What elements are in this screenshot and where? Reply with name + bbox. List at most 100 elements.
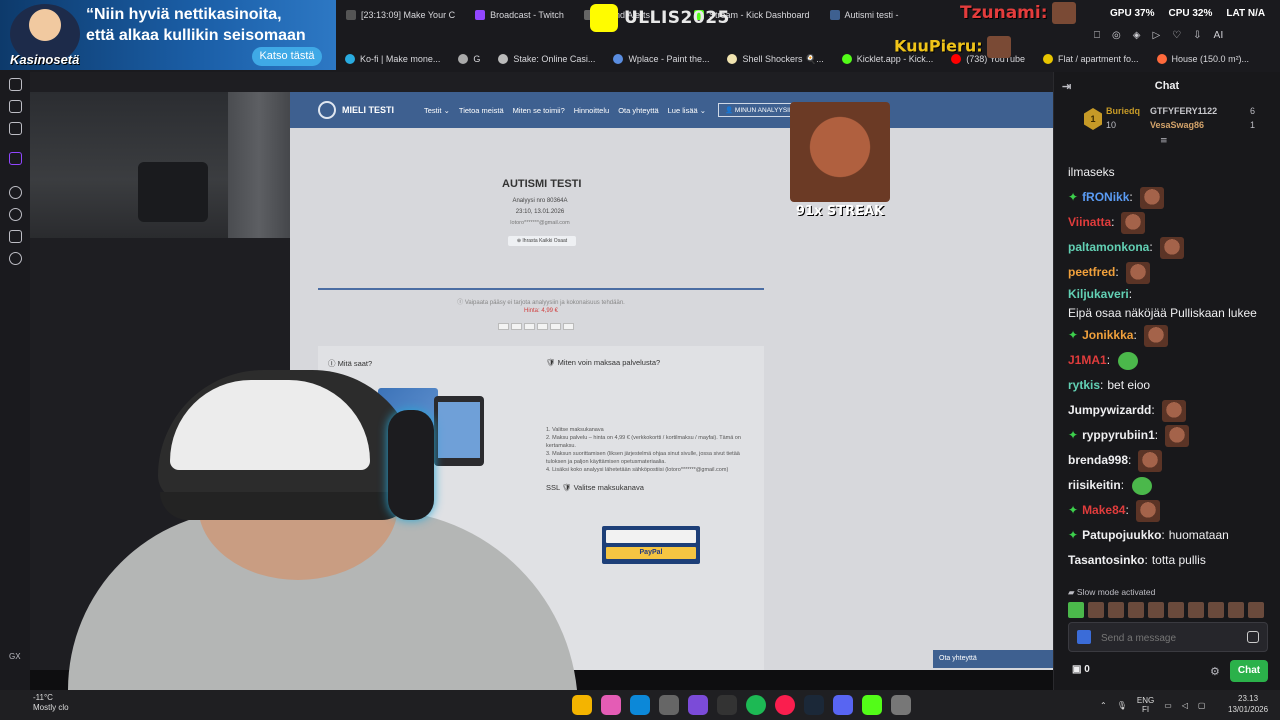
paypal-button[interactable]: PayPal [606, 547, 696, 559]
chat-username[interactable]: brenda998 [1068, 451, 1128, 470]
emote-button[interactable] [1148, 602, 1164, 618]
tab-make-your[interactable]: [23:13:09] Make Your C [336, 0, 465, 30]
emote-button[interactable] [1248, 602, 1264, 618]
tab-twitch-broadcast[interactable]: Broadcast - Twitch [465, 0, 574, 30]
expand-leaderboard-icon[interactable]: ≡ [1160, 136, 1168, 146]
volume-icon[interactable]: ◁ [1182, 701, 1188, 710]
channel-points[interactable]: ▣ 0 [1072, 664, 1090, 675]
chat-username[interactable]: ryppyrubiin1 [1082, 426, 1155, 445]
edit-pill[interactable]: ⊕ Ihrasta Kaikki Osaat [508, 236, 576, 246]
spotify-icon[interactable] [746, 695, 766, 715]
leader-second-name[interactable]: GTFYFERY1122 [1150, 106, 1217, 116]
emote-button[interactable] [1208, 602, 1224, 618]
clock-app-icon[interactable] [717, 695, 737, 715]
chat-username[interactable]: peetfred [1068, 263, 1115, 282]
emote-button[interactable] [1068, 602, 1084, 618]
bookmark-stake[interactable]: Stake: Online Casi... [489, 54, 604, 64]
chat-username[interactable]: Kiljukaveri [1068, 285, 1129, 304]
chat-username[interactable]: fRONikk [1082, 188, 1129, 207]
analysis-email: lotoro*******@gmail.com [510, 220, 570, 226]
bookmark-flat[interactable]: Flat / apartment fo... [1034, 54, 1148, 64]
discord-icon[interactable] [833, 695, 853, 715]
messenger-icon[interactable] [9, 122, 22, 135]
chat-username[interactable]: Make84 [1082, 501, 1125, 520]
chat-username[interactable]: Jumpywizardd [1068, 401, 1151, 420]
language-indicator[interactable]: ENG FI [1137, 696, 1154, 714]
settings-icon[interactable] [9, 252, 22, 265]
collapse-chat-icon[interactable]: ⇥ [1062, 80, 1071, 93]
opera-gx-icon[interactable] [775, 695, 795, 715]
gx-corner-icon[interactable] [9, 100, 22, 113]
send-chat-button[interactable]: Chat [1230, 660, 1268, 682]
menu-testit[interactable]: Testit ⌄ [424, 106, 450, 115]
extensions-icon[interactable] [9, 230, 22, 243]
emote-button[interactable] [1128, 602, 1144, 618]
bookmark-shell-shockers[interactable]: Shell Shockers 🍳... [718, 54, 832, 65]
chat-username[interactable]: rytkis [1068, 376, 1100, 395]
menu-yhteytta[interactable]: Ota yhteyttä [618, 106, 658, 115]
steam-icon[interactable] [804, 695, 824, 715]
taskbar-clock[interactable]: 23.13 13/01/2026 [1228, 693, 1268, 715]
card-payment-option[interactable] [606, 530, 696, 543]
slow-mode-text: Slow mode activated [1076, 587, 1156, 597]
alert-overlay-tzunami: Tzunami: [960, 2, 1076, 24]
snapshot-icon[interactable]: ◎ [1112, 30, 1121, 41]
bookmark-wplace[interactable]: Wplace - Paint the... [604, 54, 718, 64]
chat-settings-icon[interactable]: ⚙ [1210, 665, 1220, 678]
bookmark-kofi[interactable]: Ko-fi | Make mone... [336, 54, 449, 64]
file-explorer-icon[interactable] [572, 695, 592, 715]
player-icon[interactable] [9, 186, 22, 199]
emote-button[interactable] [1108, 602, 1124, 618]
contact-chip[interactable]: Ota yhteyttä [933, 650, 1053, 668]
emoji-icon[interactable] [1247, 631, 1259, 643]
battery-icon[interactable]: ▢ [1198, 701, 1206, 710]
emote-button[interactable] [1168, 602, 1184, 618]
copilot-icon[interactable] [601, 695, 621, 715]
menu-tietoa[interactable]: Tietoa meistä [459, 106, 504, 115]
history-icon[interactable] [9, 208, 22, 221]
network-icon[interactable]: ▭ [1164, 701, 1172, 710]
emote-button[interactable] [1188, 602, 1204, 618]
chat-username[interactable]: Patupojuukko [1082, 526, 1161, 545]
chat-username[interactable]: riisikeitin [1068, 476, 1121, 495]
chat-username[interactable]: J1MA1 [1068, 351, 1107, 370]
store-icon[interactable] [659, 695, 679, 715]
emote-button[interactable] [1228, 602, 1244, 618]
ai-button[interactable]: AI [1214, 30, 1224, 41]
kick-app-icon[interactable] [862, 695, 882, 715]
play-icon[interactable]: ▷ [1152, 30, 1160, 41]
tray-overflow-icon[interactable]: ⌃ [1100, 701, 1107, 710]
ad-cta-button[interactable]: Katso tästä [252, 47, 322, 66]
casino-ad-banner[interactable]: Kasinosetä “Niin hyviä nettikasinoita, e… [0, 0, 336, 70]
chat-username[interactable]: Tasantosinko [1068, 551, 1144, 570]
bookmark-g[interactable]: G [449, 54, 489, 64]
emote-button[interactable] [1088, 602, 1104, 618]
leader-third-name[interactable]: VesaSwag86 [1150, 120, 1204, 130]
menu-hinnoittelu[interactable]: Hinnoittelu [574, 106, 609, 115]
shield-icon[interactable]: ◈ [1133, 30, 1141, 41]
tab-autismi-testi[interactable]: Autismi testi - [820, 0, 909, 30]
menu-miten[interactable]: Miten se toimii? [513, 106, 565, 115]
site-logo[interactable]: MIELI TESTI [318, 101, 394, 119]
edge-icon[interactable] [630, 695, 650, 715]
menu-lue-lisaa[interactable]: Lue lisää ⌄ [668, 106, 706, 115]
chat-text: ilmaseks [1068, 165, 1115, 179]
subscriber-badge-icon: ✦ [1068, 190, 1079, 204]
mic-icon[interactable]: 🎙 [1117, 701, 1127, 710]
bookmark-icon[interactable]: ⎕ [1094, 30, 1100, 41]
payment-selector[interactable]: PayPal [602, 526, 700, 564]
leader-first-name[interactable]: Buriedq [1106, 106, 1140, 116]
gx-label: GX [9, 652, 21, 661]
twitch-sidebar-icon[interactable] [9, 152, 22, 165]
chat-username[interactable]: paltamonkona [1068, 238, 1149, 257]
settings-app-icon[interactable] [891, 695, 911, 715]
bookmark-house[interactable]: House (150.0 m²)... [1148, 54, 1259, 64]
chat-username[interactable]: Viinatta [1068, 213, 1111, 232]
chat-message-input[interactable] [1101, 630, 1241, 646]
chat-username[interactable]: Jonikkka [1082, 326, 1133, 345]
heart-icon[interactable]: ♡ [1172, 30, 1181, 41]
gx-control-icon[interactable] [9, 78, 22, 91]
obs-icon[interactable] [688, 695, 708, 715]
download-icon[interactable]: ⇩ [1193, 30, 1201, 41]
weather-widget[interactable]: -11°C Mostly clo [33, 693, 69, 713]
